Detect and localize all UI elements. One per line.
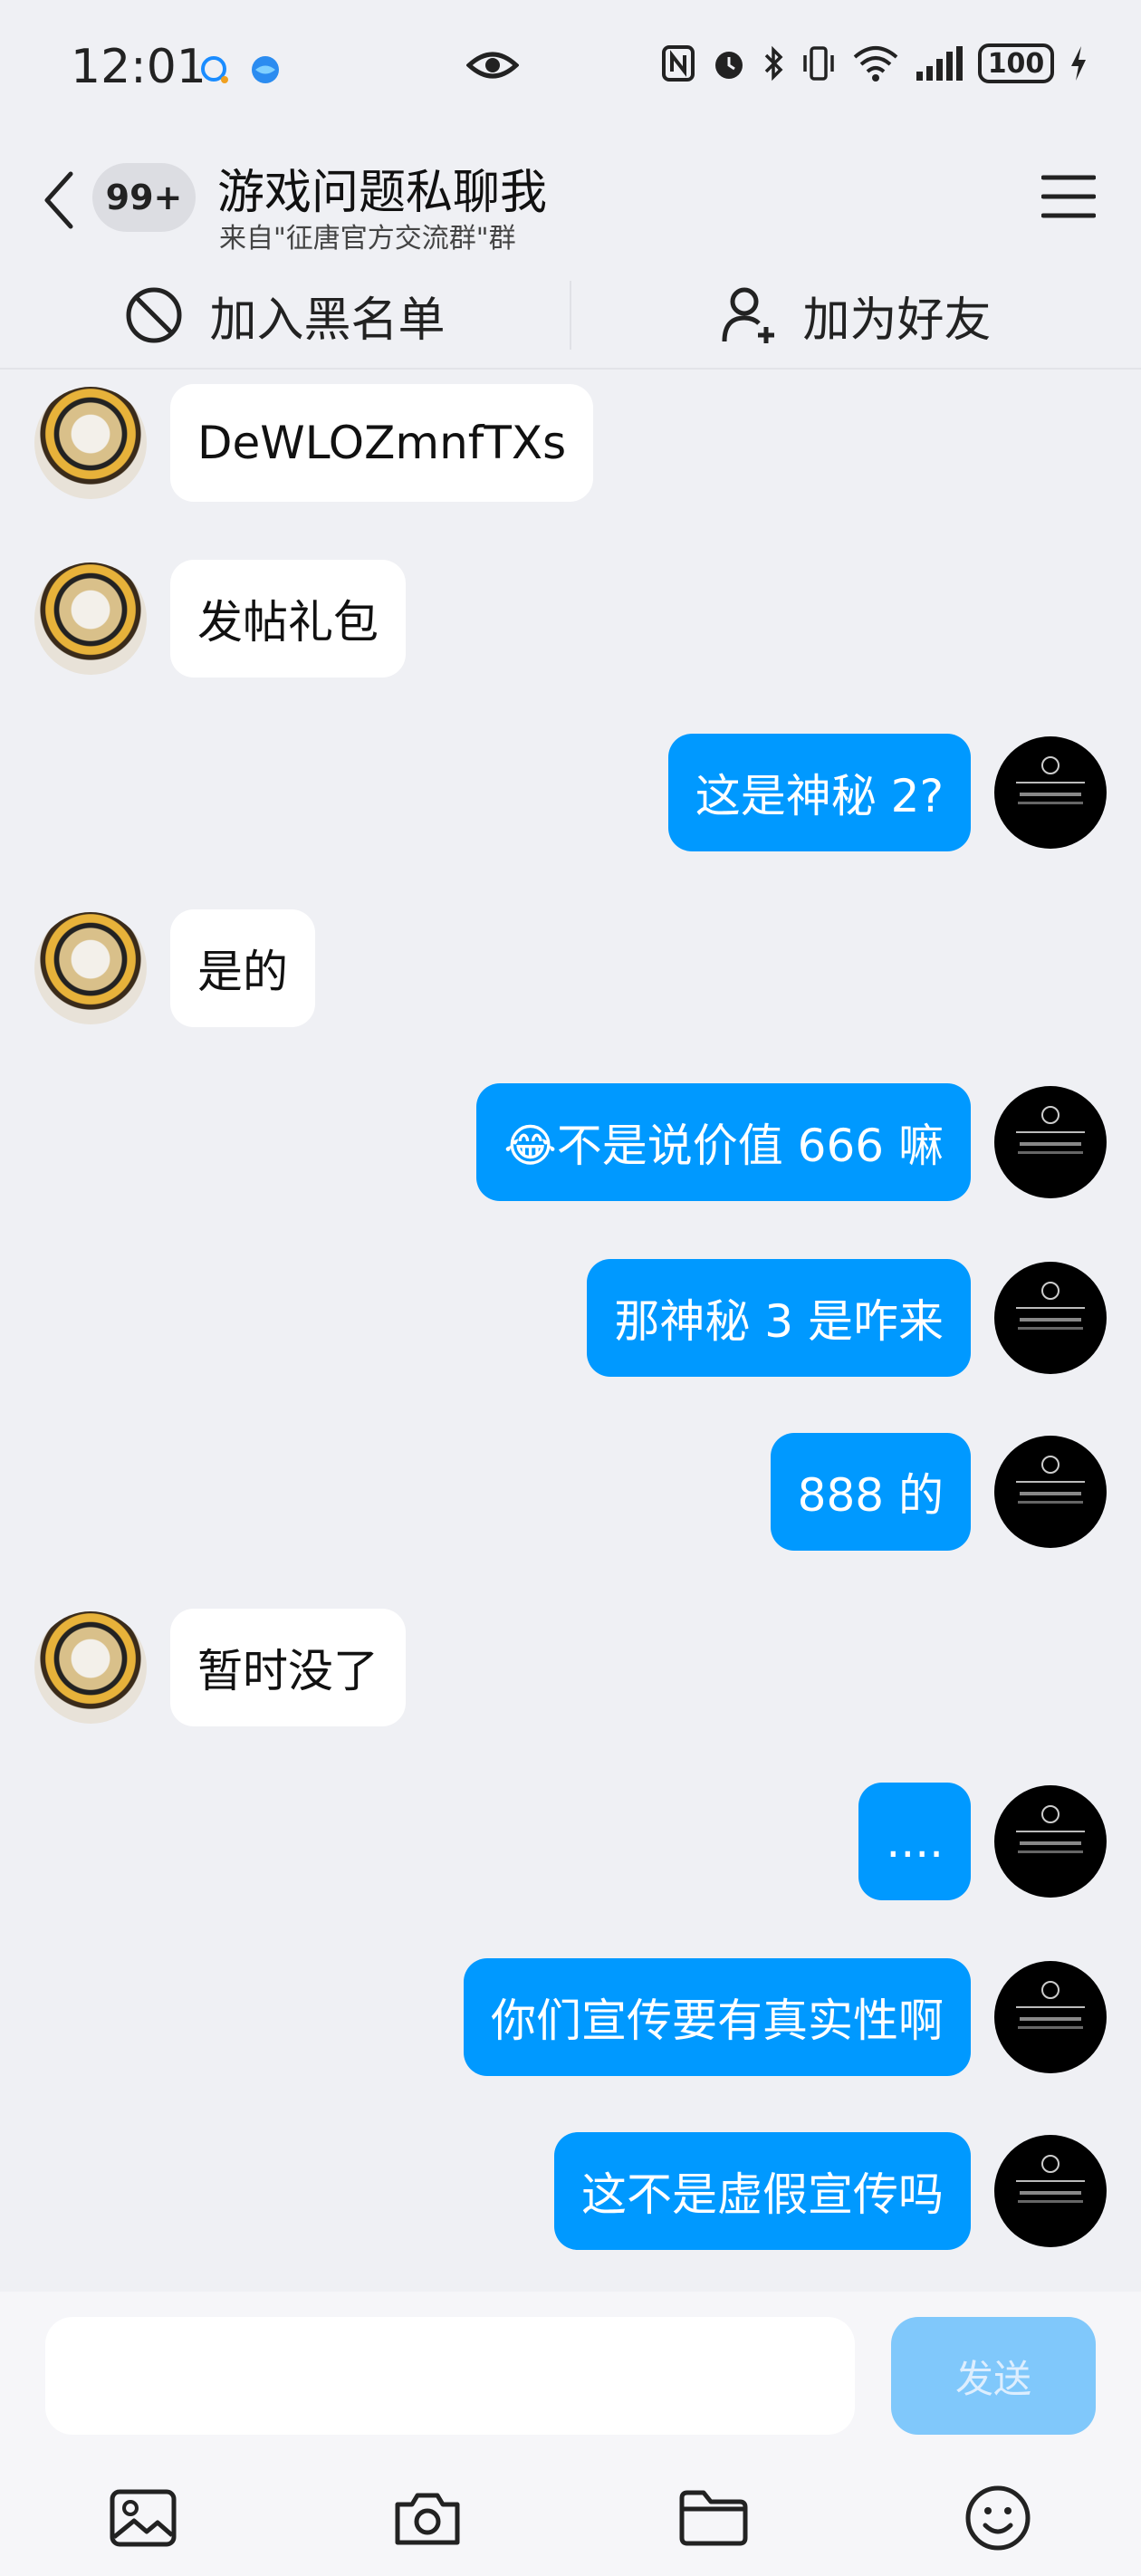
message-row: 是的 [34, 909, 315, 1027]
my-avatar[interactable] [994, 1436, 1107, 1548]
image-icon [110, 2489, 177, 2547]
charging-icon [1071, 46, 1086, 81]
add-friend-icon [722, 287, 775, 343]
message-bubble[interactable]: DeWLOZmnfTXs [170, 384, 594, 502]
send-button[interactable]: 发送 [891, 2317, 1096, 2435]
menu-icon[interactable] [1041, 174, 1096, 219]
block-label: 加入黑名单 [209, 293, 446, 348]
image-button[interactable] [107, 2482, 179, 2554]
status-bar: 12:01 100 [0, 0, 1141, 136]
add-friend-button[interactable]: 加为好友 [571, 263, 1141, 368]
message-list[interactable]: DeWLOZmnfTXs 发帖礼包 这是神秘 2? 是的 😂不是说价值 666 … [0, 371, 1141, 2292]
message-row: 那神秘 3 是咋来 [587, 1259, 1107, 1377]
my-avatar[interactable] [994, 736, 1107, 849]
message-bubble[interactable]: 那神秘 3 是咋来 [587, 1259, 971, 1377]
message-row: DeWLOZmnfTXs [34, 384, 594, 502]
bluetooth-icon [764, 45, 783, 82]
composer-toolbar [0, 2464, 1141, 2563]
folder-icon [679, 2490, 748, 2546]
message-bubble[interactable]: 你们宣传要有真实性啊 [464, 1958, 971, 2076]
message-bubble[interactable]: 这是神秘 2? [667, 734, 971, 851]
message-row: 😂不是说价值 666 嘛 [476, 1083, 1107, 1201]
message-row: .... [858, 1783, 1107, 1900]
status-indicators: 100 [661, 43, 1088, 83]
chat-notification-icon [201, 56, 228, 83]
sender-avatar[interactable] [34, 387, 147, 499]
message-row: 你们宣传要有真实性啊 [464, 1958, 1107, 2076]
nfc-icon [662, 45, 695, 82]
my-avatar[interactable] [994, 1785, 1107, 1898]
my-avatar[interactable] [994, 1961, 1107, 2073]
vibrate-icon [803, 46, 834, 81]
my-avatar[interactable] [994, 1262, 1107, 1374]
message-bubble[interactable]: 这不是虚假宣传吗 [554, 2132, 971, 2250]
back-icon[interactable] [40, 168, 76, 232]
stranger-action-bar: 加入黑名单 加为好友 [0, 263, 1141, 370]
signal-icon [916, 46, 963, 81]
sender-avatar[interactable] [34, 912, 147, 1024]
my-avatar[interactable] [994, 2135, 1107, 2247]
emoji-button[interactable] [962, 2482, 1034, 2554]
camera-icon [395, 2493, 460, 2545]
browser-notification-icon [252, 56, 279, 83]
message-input[interactable] [45, 2317, 855, 2435]
sender-avatar[interactable] [34, 562, 147, 675]
my-avatar[interactable] [994, 1086, 1107, 1198]
message-bubble[interactable]: .... [858, 1783, 971, 1900]
message-bubble[interactable]: 😂不是说价值 666 嘛 [476, 1083, 971, 1201]
composer: 发送 [0, 2292, 1141, 2576]
unread-badge[interactable]: 99+ [92, 163, 196, 232]
message-row: 这不是虚假宣传吗 [554, 2132, 1107, 2250]
wifi-icon [853, 46, 898, 82]
chat-header: 99+ 游戏问题私聊我 来自"征唐官方交流群"群 [0, 136, 1141, 263]
message-row: 888 的 [770, 1433, 1107, 1551]
chat-subtitle: 来自"征唐官方交流群"群 [219, 223, 516, 255]
message-bubble[interactable]: 发帖礼包 [170, 560, 406, 678]
status-app-icons [199, 54, 281, 85]
status-time: 12:01 [71, 40, 206, 94]
chat-title: 游戏问题私聊我 [217, 166, 548, 220]
folder-button[interactable] [677, 2482, 750, 2554]
block-icon [126, 287, 182, 343]
message-bubble[interactable]: 888 的 [770, 1433, 971, 1551]
battery-indicator: 100 [978, 43, 1054, 83]
sender-avatar[interactable] [34, 1611, 147, 1724]
add-friend-label: 加为好友 [802, 293, 992, 348]
block-button[interactable]: 加入黑名单 [0, 263, 570, 368]
camera-button[interactable] [391, 2482, 464, 2554]
alarm-icon [715, 52, 743, 79]
eye-icon [466, 52, 519, 79]
message-bubble[interactable]: 是的 [170, 909, 315, 1027]
message-row: 发帖礼包 [34, 560, 406, 678]
message-row: 这是神秘 2? [667, 734, 1107, 851]
emoji-icon [965, 2485, 1031, 2551]
message-row: 暂时没了 [34, 1609, 406, 1726]
message-bubble[interactable]: 暂时没了 [170, 1609, 406, 1726]
